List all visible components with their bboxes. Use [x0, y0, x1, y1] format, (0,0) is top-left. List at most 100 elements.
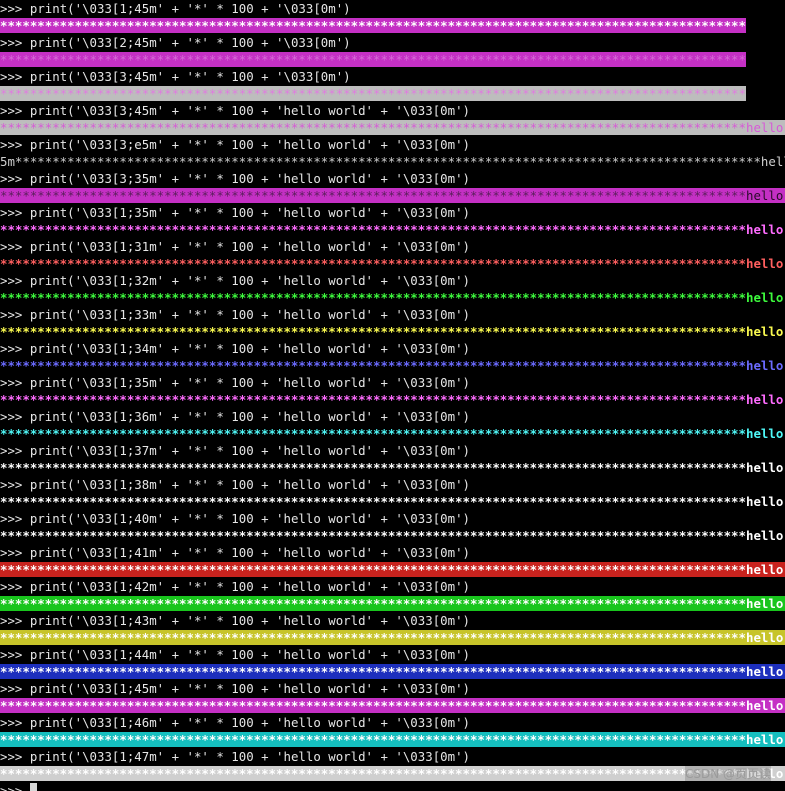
command-text: print('\033[3;45m' + '*' * 100 + 'hello … — [29, 103, 470, 118]
star-run: ****************************************… — [0, 528, 746, 543]
command-line: >>> print('\033[1;45m' + '*' * 100 + 'he… — [0, 680, 785, 697]
prompt-symbol: >>> — [0, 341, 23, 356]
command-line: >>> print('\033[1;40m' + '*' * 100 + 'he… — [0, 510, 785, 527]
command-text: print('\033[1;41m' + '*' * 100 + 'hello … — [29, 545, 470, 560]
hello-text: hello world — [745, 460, 784, 475]
output-segment: ****************************************… — [0, 528, 785, 543]
command-line: >>> print('\033[1;38m' + '*' * 100 + 'he… — [0, 476, 785, 493]
prompt-symbol: >>> — [0, 409, 23, 424]
star-run: ****************************************… — [0, 256, 746, 271]
prompt-symbol: >>> — [0, 749, 23, 764]
command-text: print('\033[1;40m' + '*' * 100 + 'hello … — [29, 511, 470, 526]
output-segment: ****************************************… — [0, 324, 785, 339]
command-text: print('\033[2;45m' + '*' * 100 + '\033[0… — [29, 35, 351, 50]
output-line: ****************************************… — [0, 561, 785, 578]
output-line: ****************************************… — [0, 425, 785, 442]
output-line: ****************************************… — [0, 459, 785, 476]
command-line: >>> print('\033[1;43m' + '*' * 100 + 'he… — [0, 612, 785, 629]
terminal-window[interactable]: >>> print('\033[1;45m' + '*' * 100 + '\0… — [0, 0, 785, 791]
output-line: ****************************************… — [0, 697, 785, 714]
command-text: print('\033[1;35m' + '*' * 100 + 'hello … — [29, 375, 470, 390]
command-line: >>> print('\033[1;33m' + '*' * 100 + 'he… — [0, 306, 785, 323]
command-text: print('\033[1;32m' + '*' * 100 + 'hello … — [29, 273, 470, 288]
command-line: >>> print('\033[1;32m' + '*' * 100 + 'he… — [0, 272, 785, 289]
star-run: ****************************************… — [0, 698, 746, 713]
hello-text: hello world — [745, 630, 784, 645]
prompt-symbol: >>> — [0, 375, 23, 390]
output-segment: ****************************************… — [0, 290, 785, 305]
prompt-symbol: >>> — [0, 443, 23, 458]
output-line: ****************************************… — [0, 765, 785, 782]
command-line: >>> print('\033[1;45m' + '*' * 100 + '\0… — [0, 0, 785, 17]
output-segment: ****************************************… — [0, 392, 785, 407]
prompt-symbol: >>> — [0, 681, 23, 696]
output-segment: ****************************************… — [0, 494, 785, 509]
output-line: ****************************************… — [0, 731, 785, 748]
hello-text: hello world — [745, 222, 784, 237]
output-line: ****************************************… — [0, 289, 785, 306]
hello-text: hello world — [745, 596, 784, 611]
prompt-symbol: >>> — [0, 273, 23, 288]
command-text: print('\033[1;34m' + '*' * 100 + 'hello … — [29, 341, 470, 356]
output-line: ****************************************… — [0, 187, 785, 204]
output-line: ****************************************… — [0, 51, 785, 68]
output-segment: ****************************************… — [0, 732, 785, 747]
command-line: >>> print('\033[1;35m' + '*' * 100 + 'he… — [0, 204, 785, 221]
output-line: ****************************************… — [0, 629, 785, 646]
command-text: print('\033[1;46m' + '*' * 100 + 'hello … — [29, 715, 470, 730]
output-segment: ****************************************… — [0, 630, 785, 645]
command-text: print('\033[1;43m' + '*' * 100 + 'hello … — [29, 613, 470, 628]
command-line: >>> print('\033[3;e5m' + '*' * 100 + 'he… — [0, 136, 785, 153]
command-line: >>> print('\033[3;35m' + '*' * 100 + 'he… — [0, 170, 785, 187]
command-line: >>> print('\033[2;45m' + '*' * 100 + '\0… — [0, 34, 785, 51]
output-segment: ****************************************… — [0, 664, 785, 679]
command-text: print('\033[1;37m' + '*' * 100 + 'hello … — [29, 443, 470, 458]
hello-text: hello world — [760, 154, 785, 169]
command-text: print('\033[1;45m' + '*' * 100 + 'hello … — [29, 681, 470, 696]
hello-text: hello world — [745, 732, 784, 747]
output-segment: ****************************************… — [15, 154, 785, 169]
command-text: print('\033[1;44m' + '*' * 100 + 'hello … — [29, 647, 470, 662]
output-line: ****************************************… — [0, 85, 785, 102]
command-text: print('\033[1;38m' + '*' * 100 + 'hello … — [29, 477, 470, 492]
prompt-symbol: >>> — [0, 1, 23, 16]
star-run: ****************************************… — [0, 766, 746, 781]
output-segment: ****************************************… — [0, 86, 746, 101]
output-line: ****************************************… — [0, 221, 785, 238]
command-line: >>> print('\033[1;42m' + '*' * 100 + 'he… — [0, 578, 785, 595]
star-run: ****************************************… — [0, 630, 746, 645]
command-line: >>> print('\033[1;31m' + '*' * 100 + 'he… — [0, 238, 785, 255]
star-run: ****************************************… — [0, 18, 746, 33]
command-text: print('\033[3;45m' + '*' * 100 + '\033[0… — [29, 69, 351, 84]
text-cursor — [29, 783, 37, 791]
star-run: ****************************************… — [0, 392, 746, 407]
hello-text: hello world — [745, 188, 784, 203]
output-line: ****************************************… — [0, 527, 785, 544]
command-line: >>> print('\033[1;36m' + '*' * 100 + 'he… — [0, 408, 785, 425]
output-line: ****************************************… — [0, 357, 785, 374]
prompt-symbol: >>> — [0, 205, 23, 220]
command-text: print('\033[1;42m' + '*' * 100 + 'hello … — [29, 579, 470, 594]
star-run: ****************************************… — [0, 52, 746, 67]
hello-text: hello world — [745, 494, 784, 509]
prompt-symbol: >>> — [0, 69, 23, 84]
output-segment: ****************************************… — [0, 52, 746, 67]
hello-text: hello world — [745, 256, 784, 271]
hello-text: hello world — [745, 392, 784, 407]
prompt-symbol: >>> — [0, 647, 23, 662]
hello-text: hello world — [745, 698, 784, 713]
star-run: ****************************************… — [0, 494, 746, 509]
star-run: ****************************************… — [0, 290, 746, 305]
command-text: print('\033[1;31m' + '*' * 100 + 'hello … — [29, 239, 470, 254]
prompt-symbol: >>> — [0, 511, 23, 526]
command-text: print('\033[1;45m' + '*' * 100 + '\033[0… — [29, 1, 351, 16]
prompt-symbol: >>> — [0, 171, 23, 186]
command-line: >>> print('\033[1;35m' + '*' * 100 + 'he… — [0, 374, 785, 391]
current-prompt-line[interactable]: >>> — [0, 782, 785, 791]
output-segment: ****************************************… — [0, 766, 785, 781]
star-run: ****************************************… — [0, 732, 746, 747]
command-text: print('\033[1;36m' + '*' * 100 + 'hello … — [29, 409, 470, 424]
output-segment: ****************************************… — [0, 562, 785, 577]
output-segment: ****************************************… — [0, 120, 785, 135]
star-run: ****************************************… — [14, 154, 761, 169]
